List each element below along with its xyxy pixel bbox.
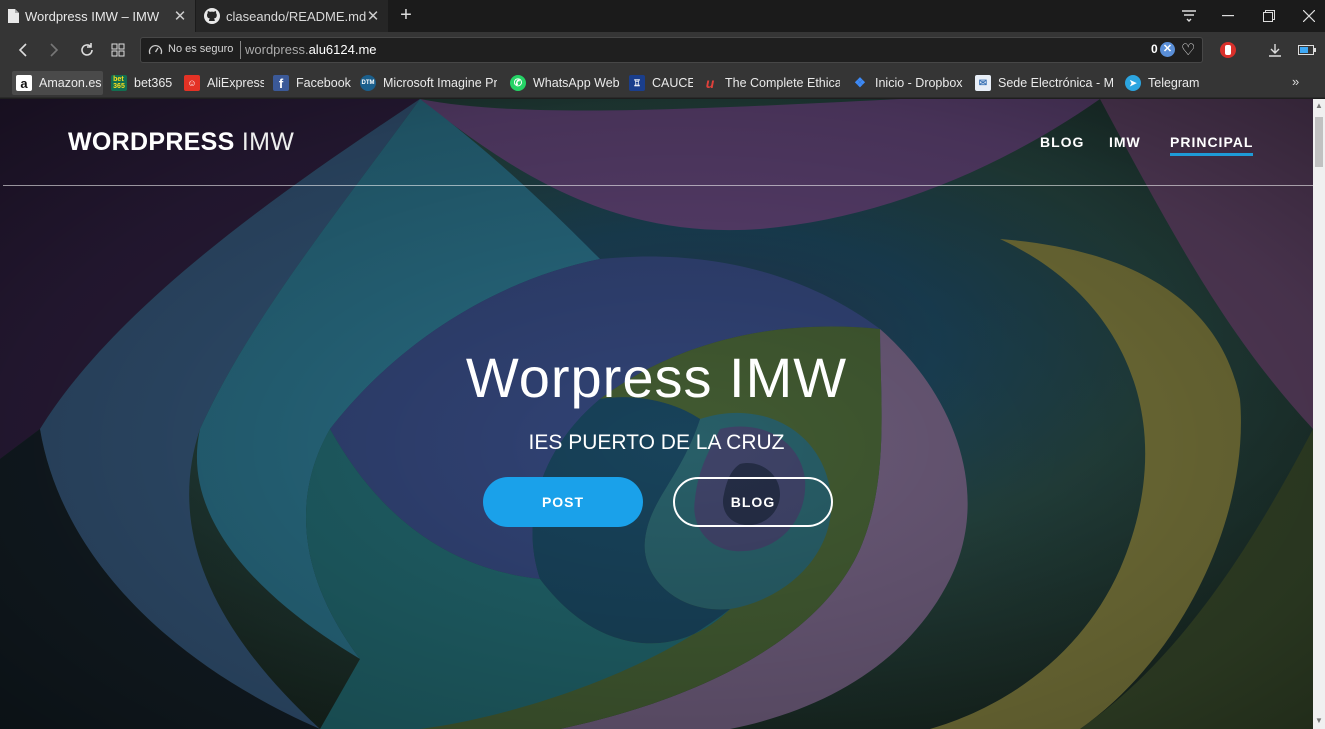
url-prefix: wordpress. [245,42,309,57]
vpn-icon[interactable] [1218,40,1238,60]
scroll-thumb[interactable] [1315,117,1323,167]
url-host: alu6124.me [308,42,377,57]
forward-button[interactable] [43,39,65,61]
sede-icon: ✉ [975,75,991,91]
whatsapp-icon: ✆ [510,75,526,91]
tab-list-icon[interactable] [1169,0,1209,32]
bookmark-whatsapp[interactable]: ✆ WhatsApp Web [510,71,620,95]
download-icon[interactable] [1265,40,1285,60]
bookmark-label: Amazon.es [39,76,102,90]
scroll-up-icon[interactable]: ▲ [1315,102,1323,110]
page-icon [8,9,19,23]
tab-title: Wordpress IMW – IMW [25,8,160,24]
navigation-toolbar: No es seguro wordpress.alu6124.me 0 ✕ ♡ [0,32,1325,68]
telegram-icon: ➤ [1125,75,1141,91]
scroll-down-icon[interactable]: ▼ [1315,717,1323,725]
back-button[interactable] [12,39,34,61]
hero-title: Worpress IMW [465,346,848,409]
bookmark-label: Sede Electrónica - Mi [998,76,1113,90]
bookmark-label: Telegram [1148,76,1200,90]
vertical-scrollbar[interactable]: ▲ ▼ [1313,99,1325,729]
bookmark-facebook[interactable]: f Facebook [273,71,351,95]
amazon-icon: a [16,75,32,91]
site-title-strong: WORDPRESS [68,128,235,156]
bookmark-label: Inicio - Dropbox [875,76,963,90]
close-icon[interactable]: ✕ [366,7,380,25]
menu-item-imw[interactable]: IMW [1109,134,1141,150]
bookmark-sede-electronica[interactable]: ✉ Sede Electrónica - Mi [975,71,1113,95]
address-divider [240,41,241,59]
aliexpress-icon: ☺ [184,75,200,91]
bet365-icon: bet 365 [111,75,127,91]
site-header: WORDPRESS IMW BLOG IMW PRINCIPAL [3,99,1313,186]
bookmark-label: bet365 [134,76,173,90]
bookmark-cauce[interactable]: ♖ CAUCE [629,71,693,95]
tab-wordpress[interactable]: Wordpress IMW – IMW ✕ [0,0,195,32]
speedometer-icon [148,44,163,55]
bookmark-label: AliExpress [207,76,264,90]
hero-subtitle: IES PUERTO DE LA CRUZ [528,431,785,454]
site-title[interactable]: WORDPRESS IMW [68,128,294,157]
tab-title: claseando/README.md at [226,8,366,24]
close-icon[interactable]: ✕ [173,7,187,25]
close-window-button[interactable] [1289,0,1325,32]
facebook-icon: f [273,75,289,91]
bookmark-microsoft-imagine[interactable]: DTM Microsoft Imagine Pr [360,71,497,95]
heart-icon[interactable]: ♡ [1181,40,1195,60]
bookmark-label: Microsoft Imagine Pr [383,76,497,90]
speed-dial-icon[interactable] [107,39,129,61]
bookmark-label: CAUCE [652,76,693,90]
security-label[interactable]: No es seguro [168,43,233,55]
blog-button[interactable]: BLOG [673,477,833,527]
tab-strip: Wordpress IMW – IMW ✕ claseando/README.m… [0,0,1325,32]
blocked-count: 0 [1151,42,1158,56]
udemy-icon: u [705,75,715,91]
bookmark-dropbox[interactable]: ❖ Inicio - Dropbox [852,71,966,95]
restore-button[interactable] [1249,0,1289,32]
bookmark-amazon[interactable]: a Amazon.es [12,71,103,95]
menu-item-blog[interactable]: BLOG [1040,134,1084,150]
battery-icon[interactable] [1297,40,1317,60]
reload-button[interactable] [76,39,98,61]
bookmark-aliexpress[interactable]: ☺ AliExpress [184,71,264,95]
bookmarks-bar: a Amazon.es bet 365 bet365 ☺ AliExpress f… [0,68,1325,98]
bookmark-telegram[interactable]: ➤ Telegram [1125,71,1205,95]
address-bar[interactable]: No es seguro wordpress.alu6124.me 0 ✕ ♡ [140,37,1203,63]
menu-item-principal[interactable]: PRINCIPAL [1170,134,1254,156]
dropbox-icon: ❖ [854,75,866,90]
bookmark-bet365[interactable]: bet 365 bet365 [111,71,177,95]
minimize-button[interactable] [1208,0,1248,32]
page-viewport: WORDPRESS IMW BLOG IMW PRINCIPAL Worpres… [0,99,1325,729]
post-button[interactable]: POST [483,477,643,527]
bookmark-label: The Complete Ethical [725,76,840,90]
site-title-light: IMW [241,128,295,156]
github-icon [204,8,220,24]
chevron-double-right-icon[interactable]: » [1292,74,1299,89]
bookmark-label: WhatsApp Web [533,76,620,90]
cauce-icon: ♖ [629,75,645,91]
microsoft-icon: DTM [360,75,376,91]
new-tab-button[interactable]: + [396,4,416,26]
url-text[interactable]: wordpress.alu6124.me [245,42,377,57]
bookmark-label: Facebook [296,76,351,90]
tab-github[interactable]: claseando/README.md at ✕ [196,0,388,32]
adblock-icon[interactable]: ✕ [1160,42,1175,57]
bookmark-udemy[interactable]: u The Complete Ethical [702,71,840,95]
hero-overlay [0,99,1313,729]
